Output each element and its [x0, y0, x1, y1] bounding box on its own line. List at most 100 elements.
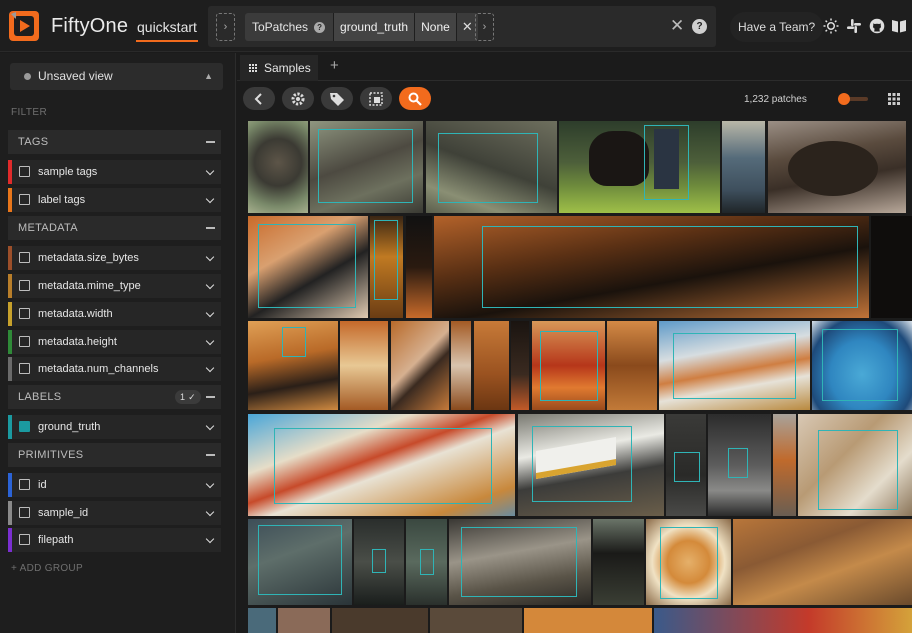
group-header-metadata[interactable]: METADATA: [8, 216, 221, 240]
patch-tile[interactable]: [248, 519, 352, 605]
patch-tile[interactable]: [278, 608, 330, 633]
collapse-icon[interactable]: [206, 454, 215, 456]
field-checkbox[interactable]: [19, 336, 30, 347]
group-header-labels[interactable]: LABELS 1 ✓: [8, 385, 221, 409]
field-checkbox[interactable]: [19, 507, 30, 518]
patch-tile[interactable]: [340, 321, 388, 410]
patch-tile[interactable]: [593, 519, 644, 605]
patch-tile[interactable]: [708, 414, 771, 516]
patch-tile[interactable]: [666, 414, 706, 516]
patch-tile[interactable]: [518, 414, 664, 516]
field-row-sample-id[interactable]: sample_id: [8, 501, 221, 525]
dataset-name[interactable]: quickstart: [137, 19, 197, 35]
stage-field-param[interactable]: ground_truth: [333, 13, 415, 41]
saved-view-selector[interactable]: Unsaved view ▲: [10, 63, 223, 90]
add-stage-left-button[interactable]: ›: [216, 13, 235, 41]
field-checkbox[interactable]: [19, 363, 30, 374]
field-row-width[interactable]: metadata.width: [8, 302, 221, 326]
settings-button[interactable]: [282, 87, 314, 110]
patch-tile[interactable]: [773, 414, 796, 516]
zoom-slider-knob[interactable]: [838, 93, 850, 105]
patches-button[interactable]: [360, 87, 392, 110]
patch-tile[interactable]: [524, 608, 652, 633]
field-checkbox-checked[interactable]: [19, 421, 30, 432]
tab-samples[interactable]: Samples: [240, 55, 318, 81]
patch-tile[interactable]: [434, 216, 869, 318]
field-row-mime-type[interactable]: metadata.mime_type: [8, 274, 221, 298]
patch-tile[interactable]: [451, 321, 471, 410]
chevron-down-icon[interactable]: [205, 194, 215, 204]
field-row-ground-truth[interactable]: ground_truth: [8, 415, 221, 439]
patch-tile[interactable]: [607, 321, 657, 410]
collapse-icon[interactable]: [206, 227, 215, 229]
back-button[interactable]: [243, 87, 275, 110]
chevron-down-icon[interactable]: [205, 280, 215, 290]
brand-title[interactable]: FiftyOne: [51, 15, 128, 38]
patch-tile[interactable]: [406, 519, 447, 605]
patch-tile[interactable]: [722, 121, 765, 213]
group-header-tags[interactable]: TAGS: [8, 130, 221, 154]
zoom-slider[interactable]: [838, 93, 868, 105]
field-checkbox[interactable]: [19, 166, 30, 177]
patch-tile[interactable]: [532, 321, 605, 410]
add-panel-icon[interactable]: +: [330, 57, 339, 74]
chevron-down-icon[interactable]: [205, 421, 215, 431]
field-row-num-channels[interactable]: metadata.num_channels: [8, 357, 221, 381]
patch-tile[interactable]: [768, 121, 906, 213]
chevron-down-icon[interactable]: [205, 363, 215, 373]
patch-tile[interactable]: [248, 321, 338, 410]
patch-tile[interactable]: [248, 414, 515, 516]
patch-tile[interactable]: [474, 321, 509, 410]
group-header-primitives[interactable]: PRIMITIVES: [8, 443, 221, 467]
field-row-id[interactable]: id: [8, 473, 221, 497]
sun-icon[interactable]: [823, 18, 839, 34]
patch-tile[interactable]: [798, 414, 912, 516]
chevron-down-icon[interactable]: [205, 534, 215, 544]
patch-tile[interactable]: [733, 519, 912, 605]
grid-view-icon[interactable]: [888, 93, 900, 105]
tag-button[interactable]: [321, 87, 353, 110]
clear-view-icon[interactable]: ✕: [670, 17, 684, 34]
patch-tile[interactable]: [248, 121, 308, 213]
field-row-label-tags[interactable]: label tags: [8, 188, 221, 212]
fiftyone-logo[interactable]: [8, 10, 42, 42]
view-stage[interactable]: ToPatches ? ground_truth None ✕: [245, 13, 478, 41]
field-checkbox[interactable]: [19, 280, 30, 291]
field-row-height[interactable]: metadata.height: [8, 330, 221, 354]
patch-tile[interactable]: [248, 216, 368, 318]
collapse-icon[interactable]: [206, 141, 215, 143]
stage-help-icon[interactable]: ?: [314, 21, 326, 33]
field-checkbox[interactable]: [19, 534, 30, 545]
patch-tile[interactable]: [426, 121, 557, 213]
have-a-team-button[interactable]: Have a Team?: [730, 12, 824, 42]
add-group-button[interactable]: + ADD GROUP: [11, 563, 83, 574]
patch-tile[interactable]: [391, 321, 449, 410]
field-checkbox[interactable]: [19, 194, 30, 205]
field-row-sample-tags[interactable]: sample tags: [8, 160, 221, 184]
patch-tile[interactable]: [406, 216, 432, 318]
collapse-icon[interactable]: [206, 396, 215, 398]
docs-icon[interactable]: [891, 18, 907, 34]
chevron-down-icon[interactable]: [205, 507, 215, 517]
labels-count-badge[interactable]: 1 ✓: [175, 390, 201, 404]
view-bar-help-icon[interactable]: ?: [692, 19, 707, 34]
chevron-down-icon[interactable]: [205, 479, 215, 489]
patch-tile[interactable]: [332, 608, 428, 633]
patch-tile[interactable]: [449, 519, 591, 605]
patch-tile[interactable]: [310, 121, 423, 213]
chevron-down-icon[interactable]: [205, 252, 215, 262]
patch-tile[interactable]: [559, 121, 720, 213]
add-stage-right-button[interactable]: ›: [475, 13, 494, 41]
chevron-down-icon[interactable]: [205, 166, 215, 176]
patch-tile[interactable]: [430, 608, 522, 633]
field-checkbox[interactable]: [19, 252, 30, 263]
patch-tile[interactable]: [871, 216, 912, 318]
stage-config-param[interactable]: None: [414, 13, 456, 41]
patch-tile[interactable]: [654, 608, 912, 633]
github-icon[interactable]: [869, 18, 885, 34]
chevron-down-icon[interactable]: [205, 308, 215, 318]
patch-tile[interactable]: [812, 321, 912, 410]
similarity-search-button[interactable]: [399, 87, 431, 110]
patch-tile[interactable]: [354, 519, 404, 605]
patch-tile[interactable]: [646, 519, 731, 605]
